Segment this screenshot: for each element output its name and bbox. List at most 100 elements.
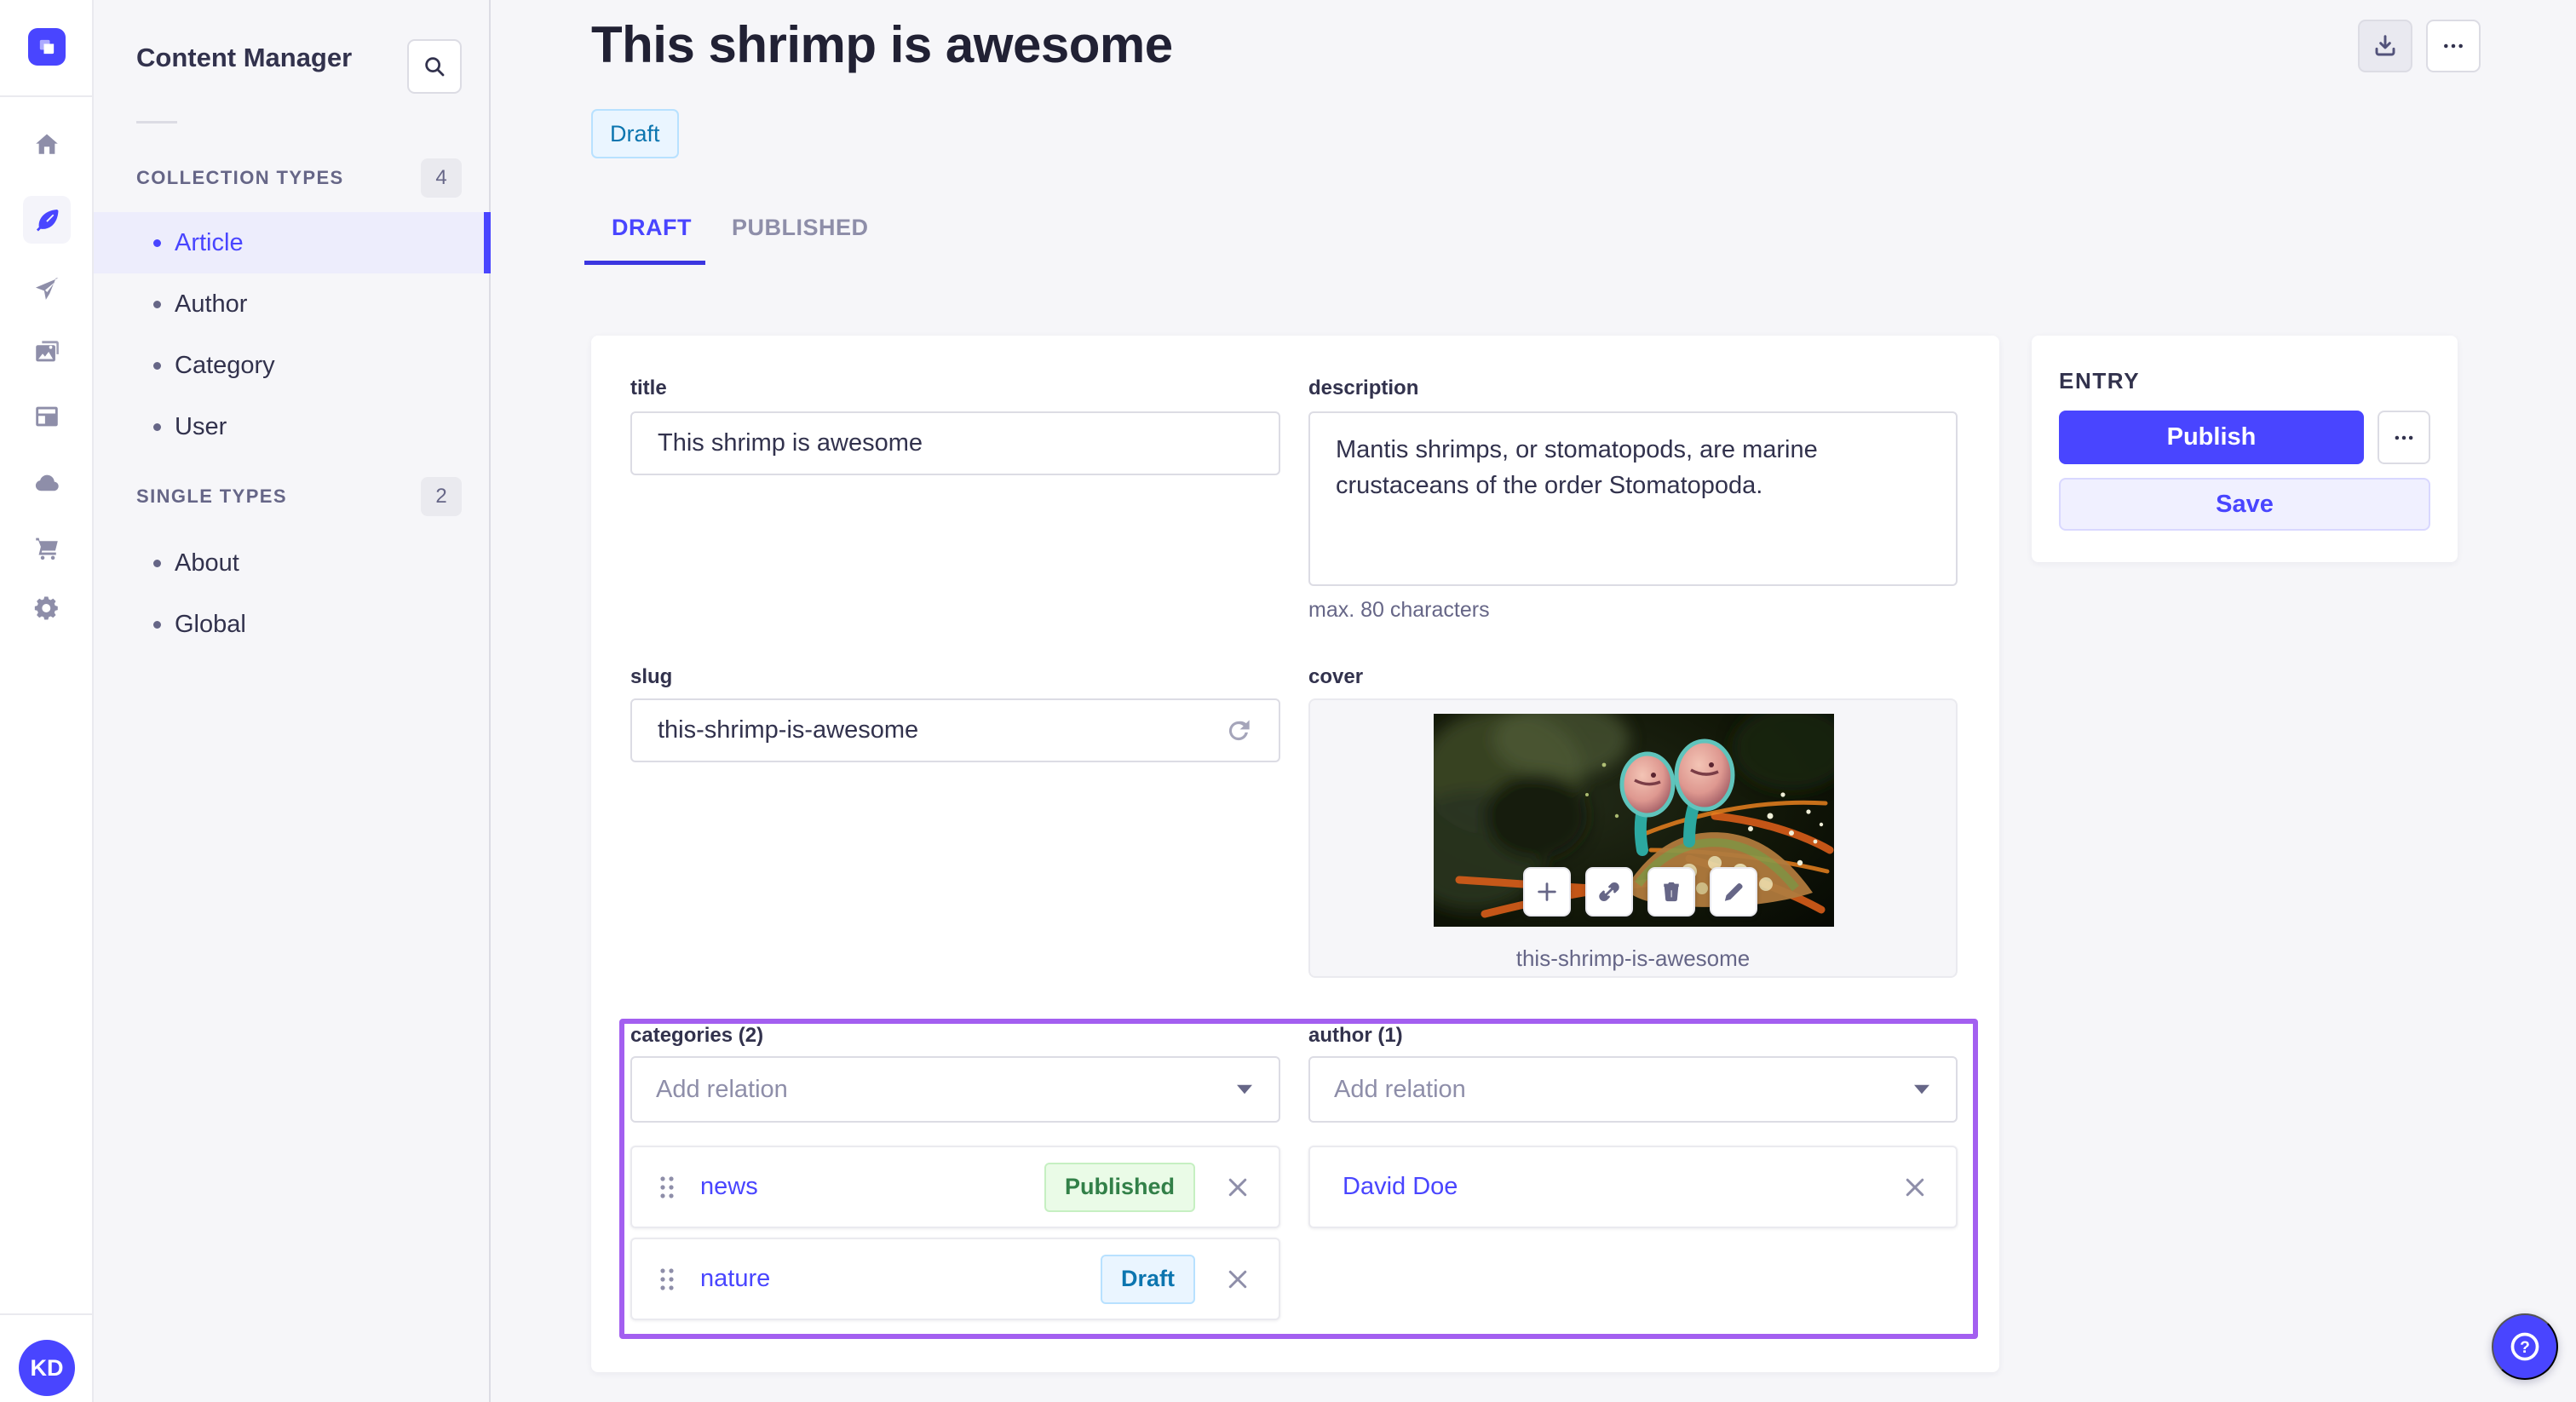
title-field-label: title bbox=[630, 376, 667, 399]
deploy-cloud-nav-button[interactable] bbox=[23, 459, 71, 507]
cover-delete-button[interactable] bbox=[1647, 867, 1695, 916]
remove-relation-button[interactable] bbox=[1898, 1170, 1932, 1204]
home-nav-button[interactable] bbox=[23, 121, 71, 169]
sidebar-item-global[interactable]: Global bbox=[94, 594, 491, 655]
tab-published[interactable]: PUBLISHED bbox=[732, 215, 869, 241]
svg-text:?: ? bbox=[2520, 1339, 2530, 1357]
author-select-placeholder: Add relation bbox=[1334, 1075, 1466, 1103]
more-horizontal-icon bbox=[2395, 435, 2413, 440]
drag-handle-icon[interactable] bbox=[656, 1173, 678, 1202]
sidebar-item-label: Global bbox=[175, 610, 246, 638]
media-library-nav-button[interactable] bbox=[23, 328, 71, 376]
trash-icon bbox=[1664, 882, 1679, 902]
sidebar-item-about[interactable]: About bbox=[94, 532, 491, 594]
relation-status-badge: Published bbox=[1044, 1162, 1195, 1212]
sidebar-item-label: Author bbox=[175, 290, 248, 318]
drag-handle-icon[interactable] bbox=[656, 1265, 678, 1294]
drag-dots-icon bbox=[660, 1175, 674, 1198]
relation-row-news: news Published bbox=[630, 1146, 1280, 1228]
sidebar-item-author[interactable]: Author bbox=[94, 273, 491, 335]
main-content: This shrimp is awesome Draft DRAFT PUBLI… bbox=[491, 0, 2576, 1402]
cover-edit-button[interactable] bbox=[1710, 867, 1757, 916]
relation-link-news[interactable]: news bbox=[700, 1173, 1044, 1201]
cover-add-button[interactable] bbox=[1523, 867, 1571, 916]
active-tab-underline bbox=[584, 261, 705, 265]
strapi-logo-icon bbox=[39, 39, 55, 55]
save-button[interactable]: Save bbox=[2059, 478, 2430, 531]
link-icon bbox=[1599, 882, 1619, 902]
relation-row-nature: nature Draft bbox=[630, 1238, 1280, 1320]
header-more-button[interactable] bbox=[2426, 20, 2481, 72]
collection-types-count-badge: 4 bbox=[421, 158, 462, 198]
chevron-down-icon bbox=[1914, 1084, 1929, 1095]
bullet-icon bbox=[153, 620, 161, 629]
close-icon bbox=[1228, 1178, 1247, 1196]
publish-button[interactable]: Publish bbox=[2059, 411, 2364, 464]
content-type-builder-nav-button[interactable] bbox=[23, 393, 71, 440]
close-icon bbox=[1228, 1270, 1247, 1288]
bullet-icon bbox=[153, 361, 161, 370]
export-download-button[interactable] bbox=[2358, 20, 2412, 72]
remove-relation-button[interactable] bbox=[1221, 1170, 1255, 1204]
gear-icon bbox=[34, 596, 58, 620]
collection-types-header: COLLECTION TYPES bbox=[136, 167, 344, 188]
bullet-icon bbox=[153, 422, 161, 431]
edit-form-card: title description Mantis shrimps, or sto… bbox=[591, 336, 1999, 1372]
pencil-icon bbox=[1724, 883, 1743, 901]
relation-status-badge: Draft bbox=[1100, 1254, 1195, 1304]
entry-panel: ENTRY Publish Save bbox=[2032, 336, 2458, 562]
remove-relation-button[interactable] bbox=[1221, 1262, 1255, 1296]
content-manager-sidebar: Content Manager COLLECTION TYPES 4 Artic… bbox=[94, 0, 491, 1402]
regenerate-slug-button[interactable] bbox=[1222, 715, 1255, 747]
help-button[interactable]: ? bbox=[2492, 1313, 2558, 1380]
cover-field-label: cover bbox=[1308, 665, 1364, 688]
slug-input[interactable] bbox=[630, 698, 1280, 762]
author-add-relation-select[interactable]: Add relation bbox=[1308, 1056, 1958, 1123]
cover-field: this-shrimp-is-awesome bbox=[1308, 698, 1958, 978]
sidebar-item-user[interactable]: User bbox=[94, 396, 491, 457]
description-field-label: description bbox=[1308, 376, 1419, 399]
plus-icon bbox=[1538, 882, 1556, 901]
search-button[interactable] bbox=[407, 39, 462, 94]
cover-copy-link-button[interactable] bbox=[1585, 867, 1633, 916]
icon-rail: KD bbox=[0, 0, 94, 1402]
sidebar-item-label: Category bbox=[175, 351, 275, 379]
sidebar-item-label: Article bbox=[175, 228, 244, 256]
single-types-count-badge: 2 bbox=[421, 477, 462, 516]
categories-field-label: categories (2) bbox=[630, 1024, 764, 1047]
tab-draft[interactable]: DRAFT bbox=[612, 215, 692, 241]
cover-actions-toolbar bbox=[1523, 867, 1757, 916]
releases-nav-button[interactable] bbox=[23, 266, 71, 313]
marketplace-nav-button[interactable] bbox=[23, 524, 71, 572]
bullet-icon bbox=[153, 238, 161, 247]
strapi-logo[interactable] bbox=[28, 28, 66, 66]
relation-link-david-doe[interactable]: David Doe bbox=[1343, 1173, 1898, 1201]
rail-divider bbox=[0, 95, 92, 97]
settings-nav-button[interactable] bbox=[23, 584, 71, 632]
description-textarea[interactable]: Mantis shrimps, or stomatopods, are mari… bbox=[1308, 411, 1958, 586]
question-mark-icon: ? bbox=[2510, 1332, 2539, 1361]
refresh-icon bbox=[1228, 720, 1250, 741]
relation-link-nature[interactable]: nature bbox=[700, 1265, 1101, 1293]
media-images-icon bbox=[36, 341, 59, 362]
title-input[interactable] bbox=[630, 411, 1280, 475]
entry-more-button[interactable] bbox=[2378, 411, 2430, 464]
cover-filename-caption: this-shrimp-is-awesome bbox=[1515, 945, 1751, 971]
author-field-label: author (1) bbox=[1308, 1024, 1403, 1047]
strapi-content-manager-screen: KD Content Manager COLLECTION TYPES 4 Ar… bbox=[0, 0, 2576, 1402]
sidebar-item-category[interactable]: Category bbox=[94, 335, 491, 396]
categories-add-relation-select[interactable]: Add relation bbox=[630, 1056, 1280, 1123]
page-title: This shrimp is awesome bbox=[591, 16, 1173, 73]
status-badge: Draft bbox=[591, 109, 679, 158]
sidebar-item-article[interactable]: Article bbox=[94, 212, 491, 273]
user-avatar[interactable]: KD bbox=[19, 1340, 75, 1396]
search-icon bbox=[425, 57, 445, 77]
slug-field-label: slug bbox=[630, 665, 673, 688]
feather-pen-icon bbox=[36, 209, 59, 232]
single-types-header: SINGLE TYPES bbox=[136, 486, 287, 507]
chevron-down-icon bbox=[1237, 1084, 1252, 1095]
close-icon bbox=[1906, 1178, 1924, 1196]
content-manager-nav-button[interactable] bbox=[23, 196, 71, 244]
entry-panel-title: ENTRY bbox=[2059, 368, 2141, 394]
sidebar-item-label: About bbox=[175, 549, 239, 577]
